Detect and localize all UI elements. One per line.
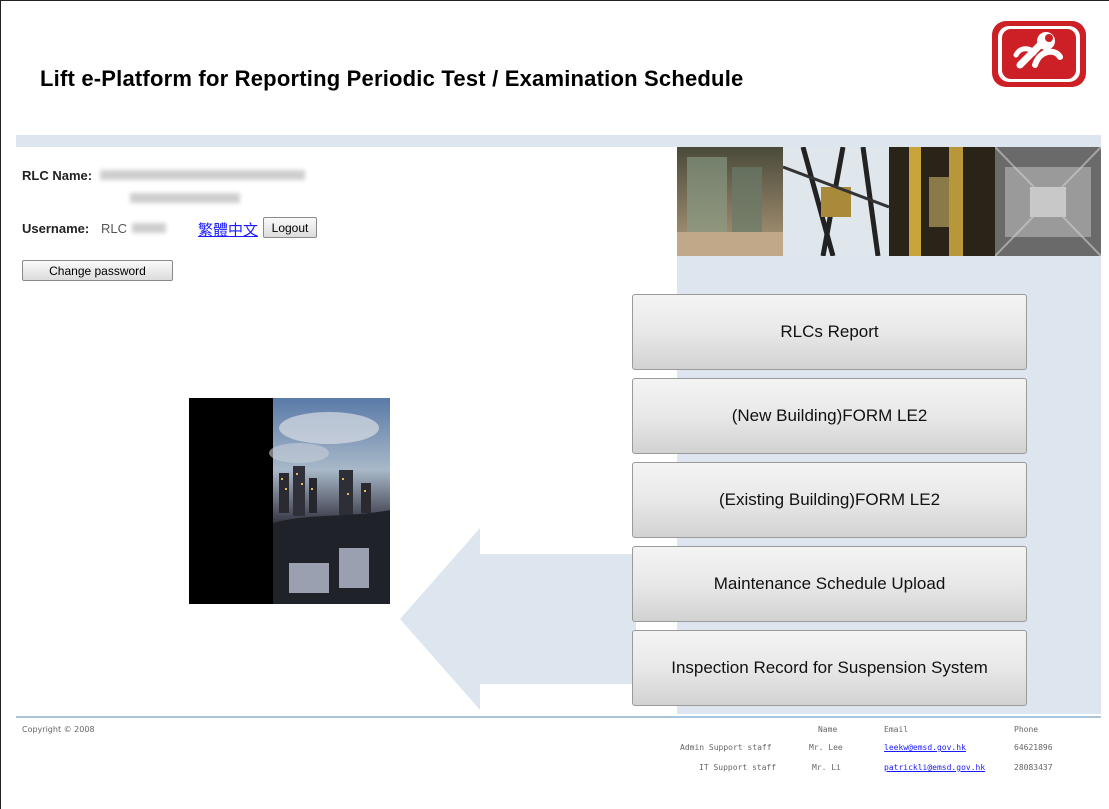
page-header: Lift e-Platform for Reporting Periodic T… <box>0 18 1109 136</box>
chinese-language-link[interactable]: 繁體中文 <box>198 219 258 240</box>
mall-lift-photo <box>677 147 783 256</box>
construction-lift-photo <box>783 147 889 256</box>
city-night-view <box>269 398 390 604</box>
contact-email-link[interactable]: leekw@emsd.gov.hk <box>884 743 966 752</box>
username-label: Username: <box>22 221 90 236</box>
contact-name: Mr. Lee <box>809 743 843 752</box>
username-value: RLC <box>101 221 128 236</box>
pointing-arrow-graphic <box>400 528 636 710</box>
inspection-record-suspension-button[interactable]: Inspection Record for Suspension System <box>632 630 1027 706</box>
lift-photo-strip <box>677 147 1101 256</box>
username-redacted <box>132 223 166 233</box>
existing-building-form-le2-button[interactable]: (Existing Building)FORM LE2 <box>632 462 1027 538</box>
header-band <box>16 135 1101 147</box>
rlc-name-value-redacted <box>100 170 305 180</box>
change-password-button[interactable]: Change password <box>22 260 173 281</box>
footer-divider <box>16 716 1101 718</box>
lift-machinery-photo <box>995 147 1101 256</box>
logout-button[interactable]: Logout <box>263 217 317 238</box>
camera-feed-image <box>189 398 390 604</box>
contact-name: Mr. Li <box>812 763 841 772</box>
footer-header-phone: Phone <box>1014 725 1039 734</box>
new-building-form-le2-button[interactable]: (New Building)FORM LE2 <box>632 378 1027 454</box>
page-title: Lift e-Platform for Reporting Periodic T… <box>40 66 744 91</box>
contact-role: Admin Support staff <box>680 743 772 752</box>
contact-email-link[interactable]: patrickli@emsd.gov.hk <box>884 763 985 772</box>
rlcs-report-button[interactable]: RLCs Report <box>632 294 1027 370</box>
contact-phone: 28083437 <box>1014 763 1053 772</box>
window-frame <box>0 0 1109 18</box>
footer-header-email: Email <box>884 725 909 734</box>
footer-header-name: Name <box>818 725 838 734</box>
emsd-wrench-logo-icon <box>992 21 1086 87</box>
contact-role: IT Support staff <box>699 763 777 772</box>
maintenance-schedule-upload-button[interactable]: Maintenance Schedule Upload <box>632 546 1027 622</box>
copyright-text: Copyright © 2008 <box>22 725 95 734</box>
contact-phone: 64621896 <box>1014 743 1053 752</box>
rlc-name-chinese-redacted <box>130 193 240 203</box>
rlc-name-label: RLC Name: <box>22 168 93 183</box>
lift-shaft-photo <box>889 147 995 256</box>
